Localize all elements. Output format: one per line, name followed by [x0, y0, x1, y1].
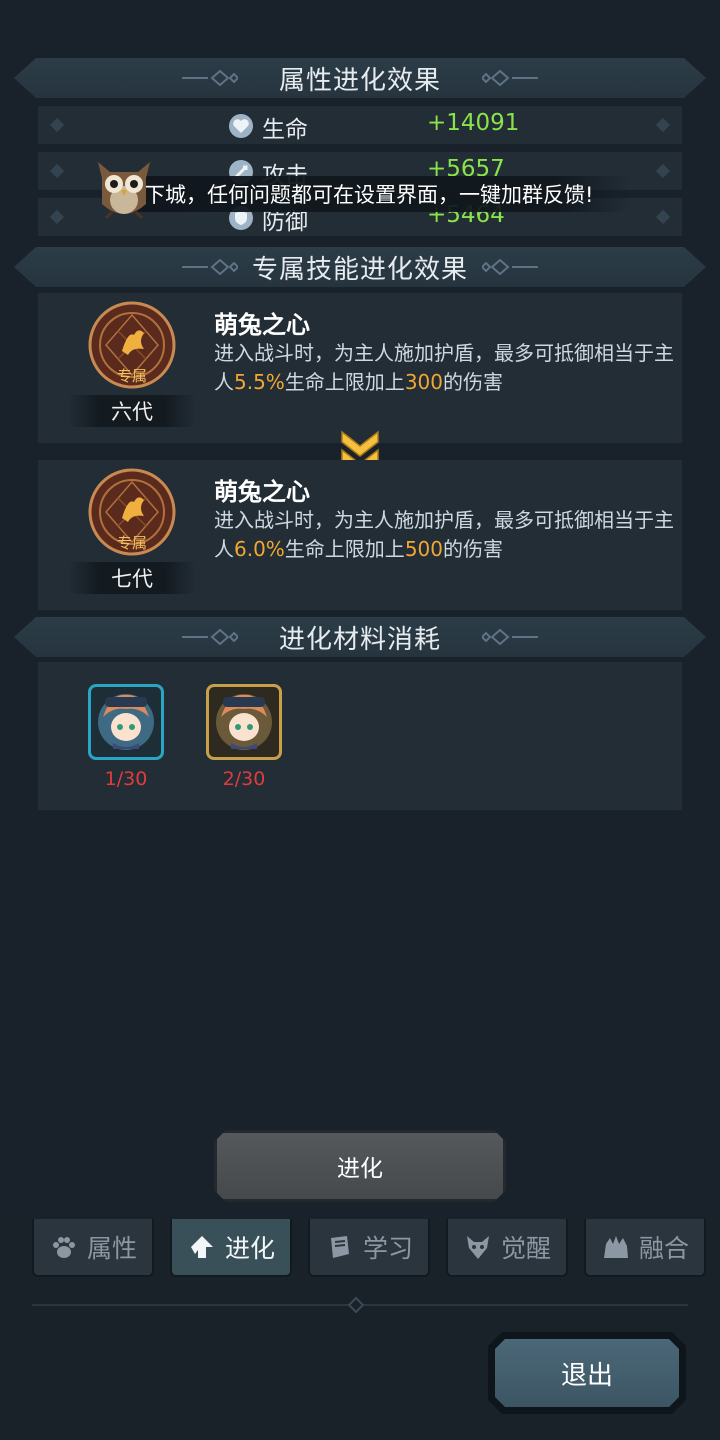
character-portrait-icon	[98, 694, 154, 750]
heart-icon	[229, 114, 253, 138]
stat-name: 生命	[262, 117, 308, 143]
stat-row-hp: 生命 +14091	[38, 106, 682, 144]
skill-card-current: 专属 六代 萌兔之心 进入战斗时，为主人施加护盾，最多可抵御相当于主人5.5%生…	[38, 293, 682, 443]
skill-medal-icon: 专属	[88, 301, 176, 389]
section-header-attributes: 属性进化效果	[14, 58, 706, 98]
tab-label: 属性	[86, 1234, 137, 1263]
header-ornament-right	[482, 629, 538, 645]
header-ornament-left	[182, 70, 238, 86]
section-title: 属性进化效果	[278, 65, 441, 96]
wolf-icon	[466, 1236, 489, 1259]
exit-button-label: 退出	[495, 1339, 679, 1407]
book-icon	[330, 1236, 349, 1258]
tab-evolve[interactable]: 进化	[170, 1219, 292, 1277]
skill-description: 进入战斗时，为主人施加护盾，最多可抵御相当于主人5.5%生命上限加上300的伤害	[214, 341, 674, 394]
toast-text: 下城，任何问题都可在设置界面，一键加群反馈!	[144, 183, 594, 207]
generation-label: 六代	[68, 395, 196, 427]
row-ornament	[655, 163, 671, 179]
tab-attributes[interactable]: 属性	[32, 1219, 154, 1277]
material-slot-2[interactable]	[206, 684, 282, 760]
header-ornament-left	[182, 629, 238, 645]
tab-label: 进化	[224, 1234, 275, 1263]
owl-mascot-icon	[98, 162, 150, 220]
tab-label: 觉醒	[500, 1234, 551, 1263]
beast-icon	[603, 1236, 628, 1258]
tab-awaken[interactable]: 觉醒	[446, 1219, 568, 1277]
skill-percent: 5.5%	[234, 370, 285, 394]
section-header-skill: 专属技能进化效果	[14, 247, 706, 287]
row-ornament	[49, 117, 65, 133]
evolve-button[interactable]: 进化	[214, 1130, 506, 1202]
paw-icon	[52, 1237, 75, 1258]
section-title: 专属技能进化效果	[251, 254, 468, 285]
header-ornament-left	[182, 259, 238, 275]
character-portrait-icon	[216, 694, 272, 750]
material-count: 2/30	[222, 768, 266, 790]
header-ornament-right	[482, 70, 538, 86]
section-title: 进化材料消耗	[278, 624, 441, 655]
medal-badge: 专属	[117, 367, 147, 385]
material-count: 1/30	[104, 768, 148, 790]
tab-learn[interactable]: 学习	[308, 1219, 430, 1277]
skill-card-next: 专属 七代 萌兔之心 进入战斗时，为主人施加护盾，最多可抵御相当于主人6.0%生…	[38, 460, 682, 610]
skill-medal-icon: 专属	[88, 468, 176, 556]
tab-label: 学习	[362, 1234, 413, 1263]
row-ornament	[655, 209, 671, 225]
generation-label: 七代	[68, 562, 196, 594]
skill-flat-value: 300	[404, 370, 443, 394]
header-ornament-right	[482, 259, 538, 275]
notice-toast: 下城，任何问题都可在设置界面，一键加群反馈!	[92, 154, 632, 224]
medal-badge: 专属	[117, 534, 147, 552]
section-header-materials: 进化材料消耗	[14, 617, 706, 657]
skill-percent: 6.0%	[234, 537, 285, 561]
row-ornament	[49, 209, 65, 225]
divider-ornament	[348, 1297, 364, 1313]
tab-label: 融合	[638, 1234, 689, 1263]
skill-description: 进入战斗时，为主人施加护盾，最多可抵御相当于主人6.0%生命上限加上500的伤害	[214, 508, 674, 561]
tab-fusion[interactable]: 融合	[584, 1219, 706, 1277]
row-ornament	[49, 163, 65, 179]
material-slot-1[interactable]	[88, 684, 164, 760]
arrow-up-icon	[190, 1236, 213, 1258]
stat-value: +14091	[427, 110, 520, 136]
row-ornament	[655, 117, 671, 133]
exit-button[interactable]: 退出	[488, 1332, 686, 1414]
skill-flat-value: 500	[404, 537, 443, 561]
skill-name: 萌兔之心	[214, 478, 310, 506]
materials-panel: 1/30 2/30	[38, 662, 682, 810]
skill-name: 萌兔之心	[214, 311, 310, 339]
